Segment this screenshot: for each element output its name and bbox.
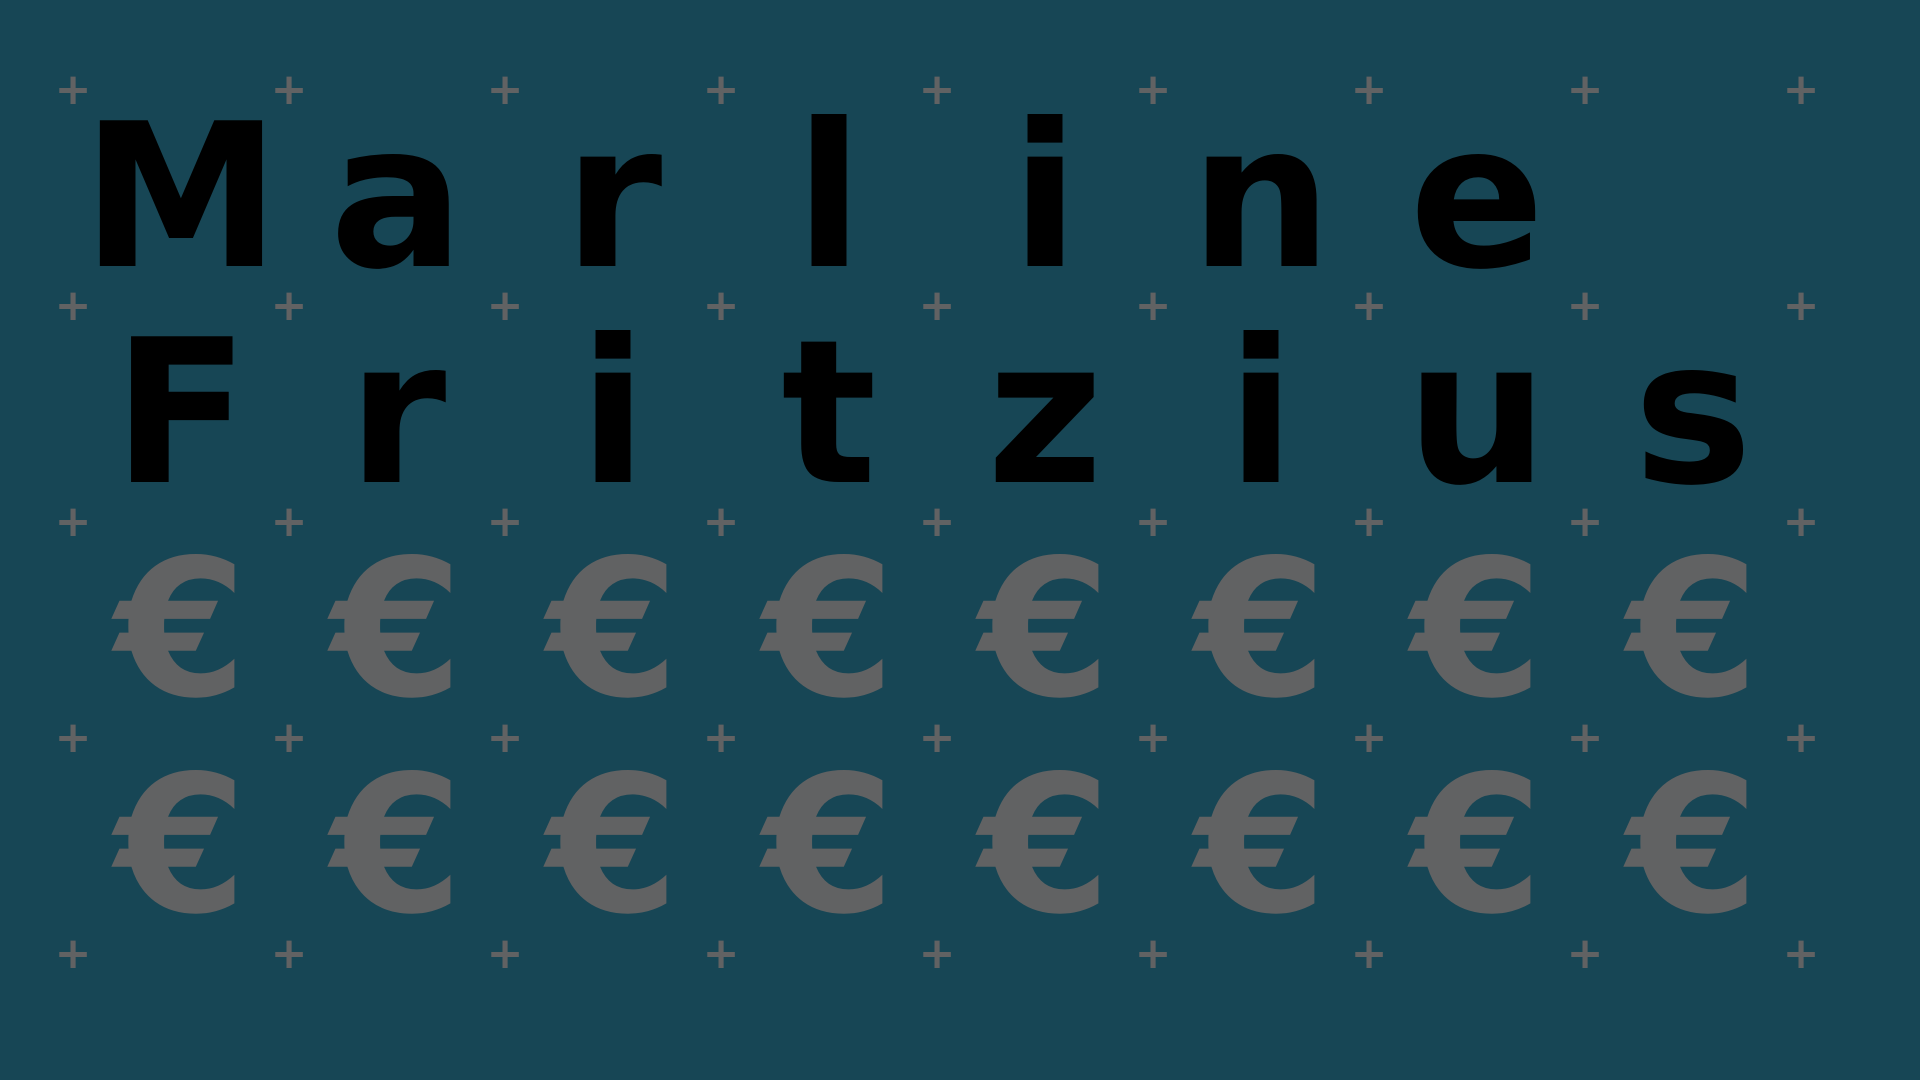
euro-symbol: € [1626, 519, 1760, 740]
last-name-letter: i [578, 297, 648, 530]
euro-symbol: € [1626, 735, 1760, 956]
euro-symbol: € [762, 519, 896, 740]
first-name-letter: i [1010, 81, 1080, 314]
euro-symbol: € [762, 735, 896, 956]
euro-symbol: € [546, 735, 680, 956]
last-name-letter: s [1633, 297, 1753, 530]
euro-symbol: € [114, 735, 248, 956]
first-name-letter: l [794, 81, 864, 314]
first-name-letter: e [1409, 81, 1545, 314]
euro-symbol: € [1410, 519, 1544, 740]
last-name-letter: u [1405, 297, 1549, 530]
euro-symbol: € [1410, 735, 1544, 956]
euro-symbol: € [114, 519, 248, 740]
euro-symbol: € [330, 519, 464, 740]
euro-symbol: € [1194, 735, 1328, 956]
last-name-letter: i [1226, 297, 1296, 530]
euro-symbol: € [978, 735, 1112, 956]
character-grid: Ma r l i n e Fr i t z i u s € € € € € € € € € € € € € € € € [0, 0, 1920, 1080]
euro-symbol: € [978, 519, 1112, 740]
first-name-letter: r [563, 81, 663, 314]
tile-canvas: + + + + + + + + + + + + + + + + + + + + + + + + + + + + + + + + + + + + + + + +… [0, 0, 1920, 1080]
last-name-letter: F [112, 297, 250, 530]
first-name-letter: a [329, 81, 465, 314]
euro-symbol: € [1194, 519, 1328, 740]
first-name-letter: M [81, 81, 281, 314]
euro-symbol: € [330, 735, 464, 956]
last-name-letter: r [347, 297, 447, 530]
last-name-letter: z [986, 297, 1104, 530]
first-name-letter: n [1189, 81, 1333, 314]
last-name-letter: t [781, 297, 877, 530]
euro-symbol: € [546, 519, 680, 740]
